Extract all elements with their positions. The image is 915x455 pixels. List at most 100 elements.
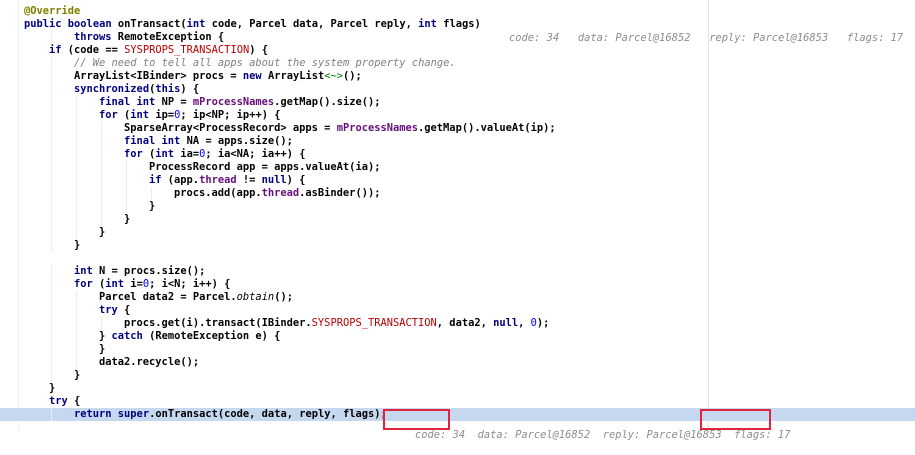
code-line[interactable]: @Override bbox=[0, 5, 915, 18]
indent-guide bbox=[76, 148, 77, 161]
code-token: } bbox=[124, 213, 131, 225]
indent-guide bbox=[76, 174, 77, 187]
code-token: ip= bbox=[155, 109, 175, 121]
indent-guide bbox=[51, 161, 52, 174]
code-line[interactable]: procs.get(i).transact(IBinder.SYSPROPS_T… bbox=[0, 317, 915, 330]
code-line[interactable]: ArrayList<IBinder> procs = new ArrayList… bbox=[0, 70, 915, 83]
indent-guide bbox=[51, 369, 52, 382]
code-token: i= bbox=[130, 278, 143, 290]
code-token: int bbox=[74, 265, 100, 277]
indent-guide bbox=[51, 148, 52, 161]
indent-guide bbox=[101, 161, 102, 174]
indent-guide bbox=[76, 304, 77, 317]
code-token: ) { bbox=[180, 83, 200, 95]
code-text: } bbox=[49, 382, 55, 395]
code-line[interactable]: for (int ia=0; ia<NA; ia++) { bbox=[0, 148, 915, 161]
code-token: mProcessNames bbox=[336, 122, 419, 134]
indent-guide bbox=[101, 174, 102, 187]
indent-guide bbox=[51, 174, 52, 187]
indent-guide bbox=[76, 96, 77, 109]
code-line[interactable]: } bbox=[0, 226, 915, 239]
hint-reply: reply: Parcel@16853 bbox=[709, 32, 829, 44]
code-line[interactable]: if (code == SYSPROPS_TRANSACTION) { bbox=[0, 44, 915, 57]
code-text: } bbox=[149, 200, 155, 213]
code-token: mProcessNames bbox=[192, 96, 275, 108]
code-token: null bbox=[493, 317, 519, 329]
indent-guide bbox=[76, 161, 77, 174]
code-text: return super.onTransact(code, data, repl… bbox=[74, 408, 387, 421]
code-line[interactable]: } bbox=[0, 382, 915, 395]
code-text: if (code == SYSPROPS_TRANSACTION) { bbox=[49, 44, 268, 57]
code-token: return super bbox=[74, 408, 150, 420]
code-line[interactable]: if (app.thread != null) { bbox=[0, 174, 915, 187]
code-line[interactable]: final int NP = mProcessNames.getMap().si… bbox=[0, 96, 915, 109]
code-line[interactable]: } bbox=[0, 239, 915, 252]
code-line[interactable]: procs.add(app.thread.asBinder()); bbox=[0, 187, 915, 200]
indent-guide bbox=[126, 187, 127, 200]
code-line[interactable]: } bbox=[0, 369, 915, 382]
highlight-box-code bbox=[383, 409, 450, 430]
code-line[interactable]: ProcessRecord app = apps.valueAt(ia); bbox=[0, 161, 915, 174]
return-hint-data: data: Parcel@16852 bbox=[477, 429, 591, 441]
code-token: ; ip<NP; ip++) { bbox=[180, 109, 281, 121]
code-text: ArrayList<IBinder> procs = new ArrayList… bbox=[74, 70, 362, 83]
code-line[interactable]: } bbox=[0, 213, 915, 226]
code-token: <~> bbox=[324, 70, 344, 82]
code-token: .getMap().valueAt(ip); bbox=[418, 122, 556, 134]
code-line[interactable] bbox=[0, 252, 915, 265]
code-token: flags) bbox=[443, 18, 481, 30]
code-line[interactable]: } bbox=[0, 200, 915, 213]
code-line[interactable]: synchronized(this) { bbox=[0, 83, 915, 96]
code-token: (); bbox=[274, 291, 293, 303]
indent-guide bbox=[126, 161, 127, 174]
indent-guide bbox=[76, 317, 77, 330]
code-token: catch bbox=[111, 330, 150, 342]
code-token: int bbox=[155, 148, 181, 160]
code-line[interactable]: final int NA = apps.size(); bbox=[0, 135, 915, 148]
code-line[interactable]: SparseArray<ProcessRecord> apps = mProce… bbox=[0, 122, 915, 135]
code-text: @Override bbox=[24, 5, 80, 18]
code-token: thread bbox=[261, 187, 300, 199]
code-token: (); bbox=[343, 70, 362, 82]
indent-guide bbox=[101, 122, 102, 135]
code-line[interactable]: for (int i=0; i<N; i++) { bbox=[0, 278, 915, 291]
code-token: } bbox=[149, 200, 156, 212]
code-token: ; i<N; i++) { bbox=[149, 278, 231, 290]
code-text: try { bbox=[49, 395, 80, 408]
indent-guide bbox=[101, 135, 102, 148]
code-token: int bbox=[186, 18, 212, 30]
indent-guide bbox=[151, 187, 152, 200]
code-line[interactable]: } bbox=[0, 343, 915, 356]
indent-guide bbox=[76, 356, 77, 369]
code-token: new bbox=[242, 70, 268, 82]
code-token: (RemoteException e) { bbox=[149, 330, 281, 342]
code-token: RemoteException { bbox=[117, 31, 225, 43]
code-token: NP = bbox=[161, 96, 193, 108]
code-token: SYSPROPS_TRANSACTION bbox=[124, 44, 250, 56]
indent-guide bbox=[101, 148, 102, 161]
return-hint-reply: reply: Parcel@16853 bbox=[602, 429, 722, 441]
code-token: procs.add(app. bbox=[174, 187, 262, 199]
code-line[interactable]: } catch (RemoteException e) { bbox=[0, 330, 915, 343]
code-token: ); bbox=[536, 317, 550, 329]
code-editor[interactable]: @Override public boolean onTransact(int c… bbox=[0, 0, 915, 441]
indent-guide bbox=[76, 109, 77, 122]
indent-guide bbox=[76, 330, 77, 343]
code-token: obtain bbox=[236, 291, 275, 303]
indent-guide bbox=[51, 304, 52, 317]
code-line[interactable]: int N = procs.size(); bbox=[0, 265, 915, 278]
code-line[interactable]: for (int ip=0; ip<NP; ip++) { bbox=[0, 109, 915, 122]
code-line[interactable]: // We need to tell all apps about the sy… bbox=[0, 57, 915, 70]
code-line[interactable]: try { bbox=[0, 395, 915, 408]
indent-guide bbox=[51, 70, 52, 83]
code-token: } bbox=[49, 382, 56, 394]
code-line[interactable]: try { bbox=[0, 304, 915, 317]
code-token: , data2, bbox=[436, 317, 494, 329]
signature-debug-hints: code: 34 data: Parcel@16852 reply: Parce… bbox=[484, 19, 903, 44]
code-line[interactable]: Parcel data2 = Parcel.obtain(); bbox=[0, 291, 915, 304]
code-token: for bbox=[74, 278, 100, 290]
indent-guide bbox=[51, 122, 52, 135]
code-token: thread bbox=[199, 174, 243, 186]
code-token: != bbox=[242, 174, 262, 186]
code-line[interactable]: data2.recycle(); bbox=[0, 356, 915, 369]
